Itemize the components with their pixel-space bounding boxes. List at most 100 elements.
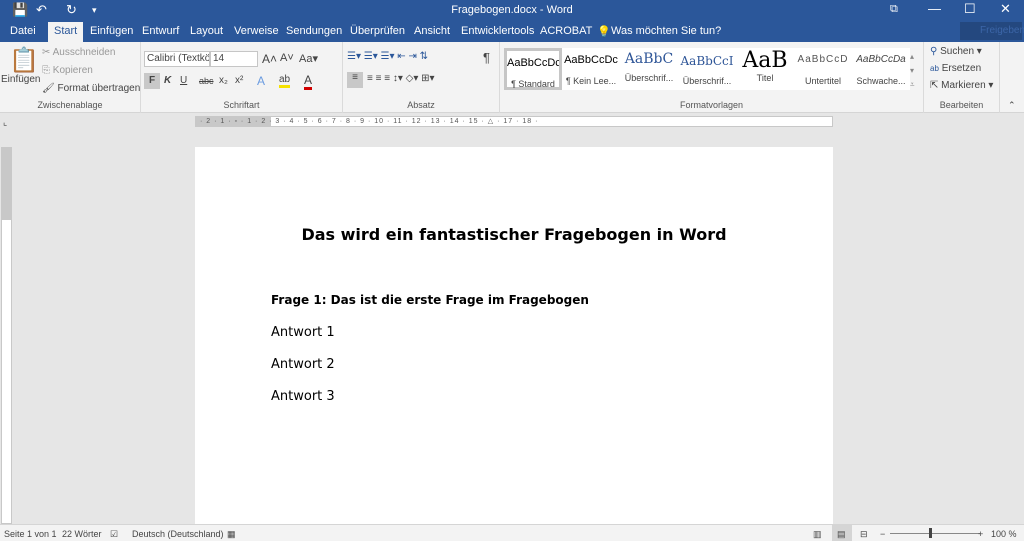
style-schwache-hervorhebung[interactable]: AaBbCcDa Schwache... [852, 48, 910, 90]
tab-verweise[interactable]: Verweise [234, 25, 279, 37]
superscript-button[interactable]: x² [235, 75, 243, 86]
group-paragraph: ☰▾ ☰▾ ☰▾ ⇤ ⇥ ⇅ ¶ ≡ ≡ ≡ ≡ ↕▾ ◇▾ ⊞▾ Absatz [343, 42, 500, 113]
select-label: Markieren ▾ [941, 80, 993, 91]
tab-datei[interactable]: Datei [10, 25, 36, 37]
style-standard[interactable]: AaBbCcDc ¶ Standard [504, 48, 562, 90]
group-clipboard: 📋 Einfügen ✂ Ausschneiden ⎘ Kopieren 🖌 F… [0, 42, 141, 113]
group-label: Absatz [343, 100, 499, 110]
style-name: Schwache... [852, 76, 910, 86]
language-status[interactable]: Deutsch (Deutschland) [132, 529, 224, 539]
ribbon-display-options-icon[interactable]: ⧉ [890, 3, 898, 16]
macro-record-icon[interactable]: ▦ [227, 529, 236, 540]
paste-button[interactable]: Einfügen [1, 74, 40, 85]
format-painter-label: Format übertragen [57, 83, 140, 94]
question-text: Frage 1: Das ist die erste Frage im Frag… [271, 293, 589, 307]
tab-acrobat[interactable]: ACROBAT [540, 25, 592, 37]
collapse-ribbon-icon[interactable]: ⌃ [1008, 100, 1016, 111]
alignment-buttons[interactable]: ≡ ≡ ≡ ↕▾ ◇▾ ⊞▾ [367, 73, 435, 84]
align-left-button[interactable]: ≡ [347, 72, 363, 88]
clipboard-icon: 📋 [9, 46, 39, 75]
tab-layout[interactable]: Layout [190, 25, 223, 37]
show-formatting-button[interactable]: ¶ [483, 50, 490, 65]
text-effects-button[interactable]: A [257, 74, 265, 88]
proofing-icon[interactable]: ☑ [110, 529, 118, 540]
change-case-button[interactable]: Aa▾ [299, 52, 318, 65]
print-layout-icon[interactable]: ▤ [832, 525, 852, 541]
cursor-icon: ⇱ [930, 80, 938, 91]
tab-ueberpruefen[interactable]: Überprüfen [350, 25, 405, 37]
shrink-font-button[interactable]: A˅ [280, 52, 294, 64]
find-button[interactable]: ⚲ Suchen ▾ [930, 46, 982, 57]
style-name: ¶ Kein Lee... [562, 76, 620, 86]
bullets-button[interactable]: ☰▾ ☰▾ ☰▾ ⇤ ⇥ ⇅ [347, 51, 428, 62]
underline-button[interactable]: U [180, 75, 187, 86]
vertical-ruler[interactable] [1, 147, 12, 524]
subscript-button[interactable]: x₂ [219, 75, 228, 86]
tell-me-input[interactable]: Was möchten Sie tun? [611, 25, 721, 37]
zoom-slider-thumb[interactable] [929, 528, 932, 538]
strikethrough-button[interactable]: abc [199, 76, 214, 86]
style-ueberschrift-2[interactable]: AaBbCcI Überschrif... [678, 48, 736, 90]
style-preview: AaBbCcD [794, 54, 852, 72]
style-preview: AaBbCcDc [507, 57, 559, 75]
select-button[interactable]: ⇱ Markieren ▾ [930, 80, 993, 91]
font-name-select[interactable]: Calibri (Textkö [144, 51, 210, 67]
style-kein-leerraum[interactable]: AaBbCcDc¶ Kein Lee... [562, 48, 620, 90]
cut-button[interactable]: ✂ Ausschneiden [42, 47, 115, 58]
tab-einfuegen[interactable]: Einfügen [90, 25, 133, 37]
answer-item: Antwort 3 [271, 389, 335, 404]
horizontal-ruler[interactable]: · 2 · 1 · ▫ · 1 · 2 · 3 · 4 · 5 · 6 · 7 … [195, 116, 833, 127]
ribbon: 📋 Einfügen ✂ Ausschneiden ⎘ Kopieren 🖌 F… [0, 42, 1024, 113]
answer-item: Antwort 1 [271, 325, 335, 340]
zoom-level[interactable]: 100 % [991, 529, 1017, 539]
replace-icon: ab [930, 64, 939, 73]
copy-button[interactable]: ⎘ Kopieren [42, 65, 93, 76]
ruler-margin [2, 148, 11, 220]
format-painter-button[interactable]: 🖌 Format übertragen [42, 83, 140, 94]
read-mode-icon[interactable]: ▥ [813, 529, 822, 540]
replace-button[interactable]: ab Ersetzen [930, 63, 981, 74]
tab-entwurf[interactable]: Entwurf [142, 25, 179, 37]
web-layout-icon[interactable]: ⊟ [860, 529, 868, 540]
zoom-in-button[interactable]: + [978, 529, 983, 539]
zoom-out-button[interactable]: − [880, 529, 885, 539]
group-label: Schriftart [141, 100, 342, 110]
page-count[interactable]: Seite 1 von 1 [4, 529, 57, 539]
bold-button[interactable]: F [144, 73, 160, 89]
style-name: Untertitel [794, 76, 852, 86]
search-icon: ⚲ [930, 46, 937, 57]
italic-button[interactable]: K [164, 75, 171, 86]
tab-sendungen[interactable]: Sendungen [286, 25, 342, 37]
tab-ansicht[interactable]: Ansicht [414, 25, 450, 37]
style-preview: AaBbC [620, 51, 678, 69]
minimize-button[interactable]: — [928, 1, 941, 16]
style-name: Überschrif... [678, 76, 736, 86]
style-titel[interactable]: AaBTitel [736, 48, 794, 90]
document-page[interactable]: Das wird ein fantastischer Fragebogen in… [195, 147, 833, 524]
group-font: Calibri (Textkö 14 A˄ A˅ Aa▾ F K U abc x… [141, 42, 343, 113]
tab-start[interactable]: Start [48, 22, 83, 42]
tab-selector-icon[interactable]: ⌞ [3, 117, 7, 128]
style-ueberschrift-1[interactable]: AaBbCÜberschrif... [620, 48, 678, 90]
highlight-button[interactable]: ab [279, 74, 290, 88]
styles-scroll-buttons[interactable]: ▴▾⩡ [910, 50, 915, 92]
cut-label: Ausschneiden [53, 47, 116, 58]
style-preview: AaBbCcDa [852, 54, 910, 72]
share-button[interactable]: Freigeben [960, 22, 1022, 40]
find-label: Suchen ▾ [940, 46, 982, 57]
window-title: Fragebogen.docx - Word [0, 4, 1024, 16]
word-count[interactable]: 22 Wörter [62, 529, 102, 539]
copy-label: Kopieren [53, 65, 93, 76]
font-size-select[interactable]: 14 [210, 51, 258, 67]
grow-font-button[interactable]: A˄ [262, 52, 277, 66]
zoom-slider-track[interactable] [890, 533, 980, 534]
style-preview: AaBbCcI [678, 54, 736, 72]
close-button[interactable]: ✕ [1000, 1, 1011, 17]
tab-entwicklertools[interactable]: Entwicklertools [461, 25, 534, 37]
maximize-button[interactable]: ☐ [964, 1, 976, 17]
font-color-button[interactable]: A [304, 73, 312, 90]
style-name: ¶ Standard [507, 79, 559, 89]
group-editing: ⚲ Suchen ▾ ab Ersetzen ⇱ Markieren ▾ Bea… [924, 42, 1000, 113]
ruler-scale: · 2 · 1 · ▫ · 1 · 2 · 3 · 4 · 5 · 6 · 7 … [196, 118, 538, 125]
style-untertitel[interactable]: AaBbCcD Untertitel [794, 48, 852, 90]
